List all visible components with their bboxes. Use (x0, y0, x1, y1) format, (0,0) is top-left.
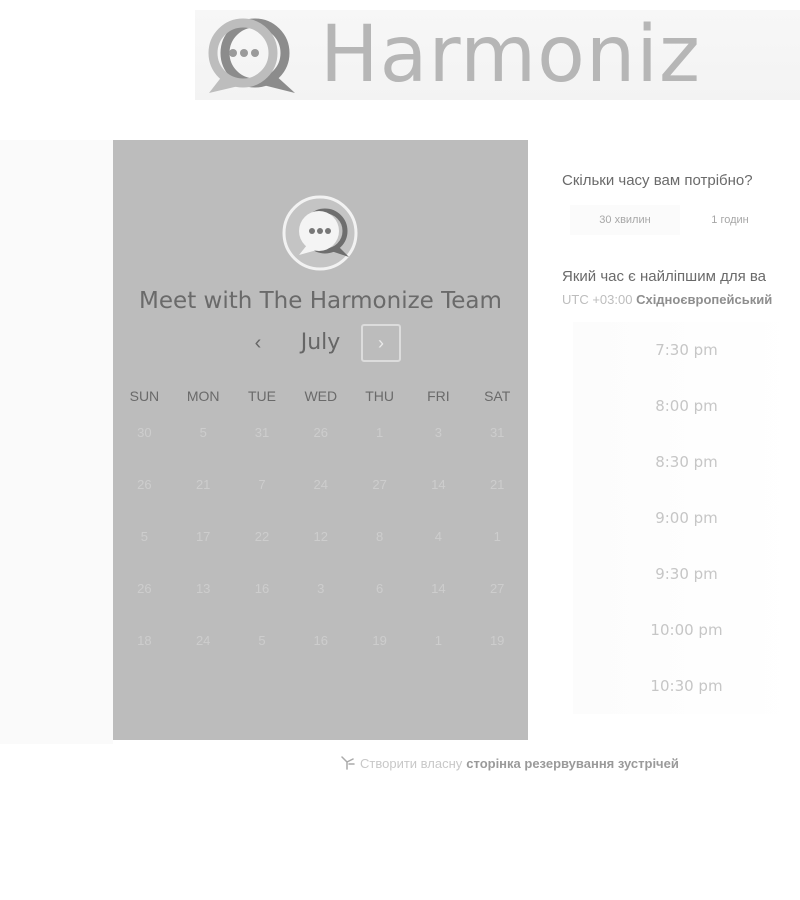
calendar-week: 26 21 7 24 27 14 21 (113, 476, 528, 528)
meeting-title: Meet with The Harmonize Team (139, 288, 502, 314)
time-question: Який час є найліпшим для ва (562, 268, 767, 285)
weekday-sun: SUN (129, 388, 160, 404)
calendar-day: 19 (372, 633, 387, 648)
calendar-day: 3 (317, 581, 325, 596)
calendar-day: 17 (195, 529, 211, 544)
calendar-day: 1 (375, 425, 384, 440)
calendar-day: 31 (489, 425, 505, 440)
calendar-day: 7 (258, 477, 266, 492)
calendar-day: 5 (140, 529, 149, 544)
calendar-day: 24 (313, 477, 329, 492)
calendar-day: 16 (254, 581, 270, 596)
calendar-day: 13 (195, 581, 211, 596)
weekday-wed: WED (304, 388, 338, 404)
calendar-day: 4 (434, 529, 442, 544)
weekday-mon: MON (186, 388, 220, 404)
duration-option-30-min[interactable]: 30 хвилин (570, 205, 680, 235)
brand-header: Harmoniz (195, 10, 800, 100)
footer-text: Створити власну (360, 755, 463, 771)
calendar-day: 14 (431, 581, 446, 596)
calendar-week: 30 5 31 26 1 3 31 (113, 424, 528, 476)
calendar-day: 3 (434, 425, 442, 440)
prev-month-button[interactable]: ‹ (243, 328, 273, 358)
chat-bubble-logo-icon (208, 18, 295, 93)
time-slot[interactable]: 8:00 pm (573, 378, 800, 434)
calendar-day: 21 (195, 477, 211, 492)
booking-page-link[interactable]: сторінка резервування зустрічей (466, 756, 679, 771)
time-slot[interactable]: 10:00 pm (573, 602, 800, 658)
calendar-day: 27 (489, 581, 505, 596)
month-label: July (300, 330, 341, 355)
chat-bubble-avatar-icon (282, 195, 358, 271)
weekday-header: SUN MON TUE WED THU FRI SAT (113, 388, 528, 404)
footer: Створити власну сторінка резервування зу… (340, 755, 679, 771)
weekday-tue: TUE (247, 388, 276, 404)
time-slot[interactable]: 9:30 pm (573, 546, 800, 602)
timezone-name: Східноєвропейський (636, 292, 773, 307)
calendar-day: 5 (258, 633, 266, 648)
weekday-thu: THU (365, 388, 394, 404)
duration-option-1-hour[interactable]: 1 годин (690, 205, 770, 235)
calendar-grid: 30 5 31 26 1 3 31 26 21 7 24 27 14 21 5 … (113, 424, 528, 684)
time-slot[interactable]: 8:30 pm (573, 434, 800, 490)
time-slot[interactable]: 7:30 pm (573, 322, 800, 378)
calendar-week: 26 13 16 3 6 14 27 (113, 580, 528, 632)
calendar-day: 14 (431, 477, 446, 492)
calendar-week: 5 17 22 12 8 4 1 (113, 528, 528, 580)
time-slot[interactable]: 9:00 pm (573, 490, 800, 546)
calendar-day: 18 (137, 633, 152, 648)
calendar-day: 19 (489, 633, 505, 648)
hand-pointer-icon (341, 756, 355, 770)
calendar-day: 27 (372, 477, 387, 492)
calendar-day: 26 (137, 477, 152, 492)
calendar-day: 26 (137, 581, 152, 596)
timezone-label[interactable]: UTC +03:00 Східноєвропейський (562, 292, 772, 307)
calendar-day: 6 (375, 581, 384, 596)
next-month-button[interactable]: › (361, 324, 401, 362)
calendar-day: 1 (434, 633, 442, 648)
calendar-week: 18 24 5 16 19 1 19 (113, 632, 528, 684)
calendar-day: 21 (489, 477, 505, 492)
calendar-day: 30 (137, 425, 152, 440)
calendar-day: 16 (313, 633, 329, 648)
brand-name: Harmoniz (320, 10, 701, 100)
calendar-day: 1 (493, 529, 501, 544)
calendar-day: 5 (199, 425, 207, 440)
calendar-day: 26 (313, 425, 329, 440)
calendar-day: 8 (375, 529, 384, 544)
calendar-day: 24 (195, 633, 211, 648)
weekday-fri: FRI (427, 388, 450, 404)
time-slot-list: 7:30 pm 8:00 pm 8:30 pm 9:00 pm 9:30 pm … (573, 322, 800, 714)
calendar-day: 22 (254, 529, 270, 544)
left-background (0, 140, 113, 744)
time-slot[interactable]: 10:30 pm (573, 658, 800, 714)
duration-question: Скільки часу вам потрібно? (562, 172, 753, 189)
weekday-sat: SAT (484, 388, 511, 404)
calendar-day: 12 (313, 529, 329, 544)
timezone-offset: UTC +03:00 (562, 292, 633, 307)
month-navigation: ‹ July › (113, 324, 528, 366)
calendar-day: 31 (254, 425, 270, 440)
calendar-card: Meet with The Harmonize Team ‹ July › SU… (113, 140, 528, 740)
